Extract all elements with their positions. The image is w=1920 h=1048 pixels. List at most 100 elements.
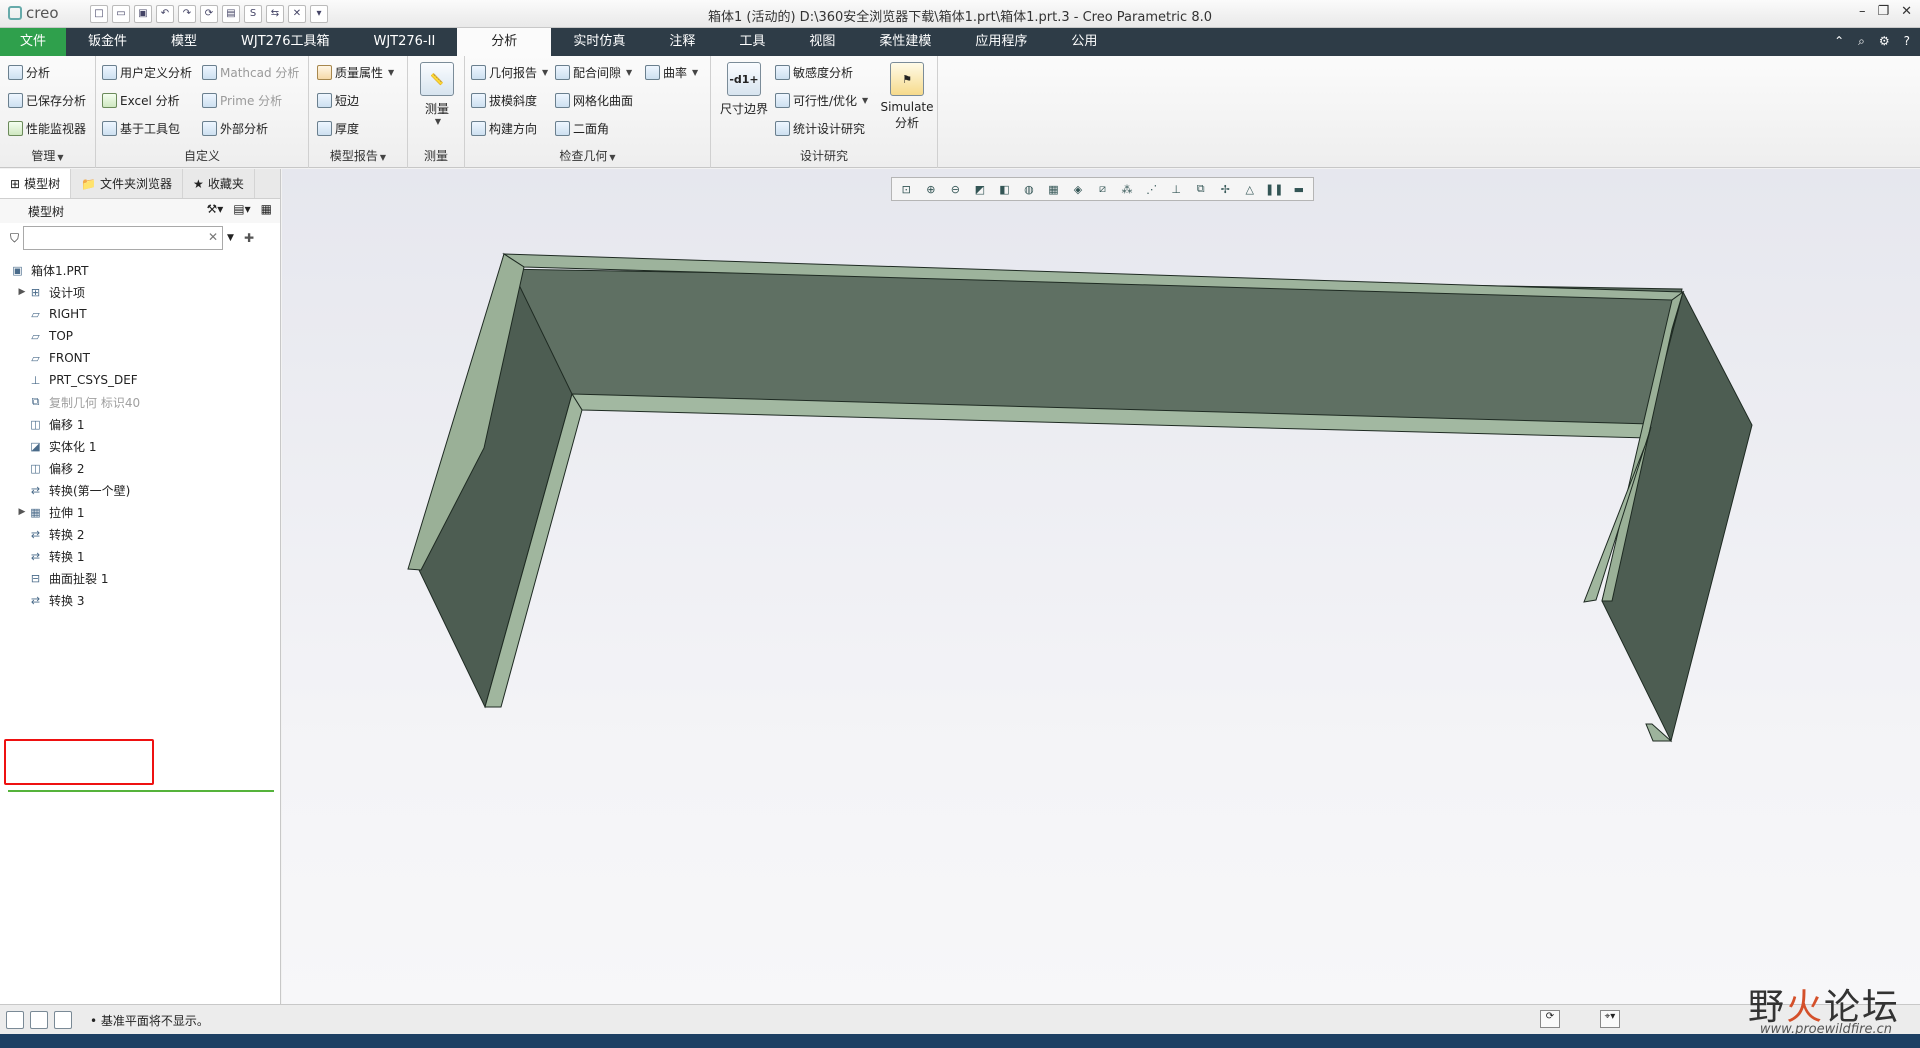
tree-node[interactable]: ⧉ 复制几何 标识40 bbox=[0, 391, 280, 413]
graphics-window[interactable]: ⊡ ⊕ ⊖ ◩ ◧ ◍ ▦ ◈ ⧄ ⁂ ⋰ ⊥ ⧉ ✢ △ ❚❚ ▬ bbox=[282, 169, 1920, 1004]
clear-search-icon[interactable]: ✕ bbox=[208, 230, 218, 244]
tree-columns-icon[interactable]: ▤▾ bbox=[233, 202, 250, 216]
tree-node[interactable]: ▱ RIGHT bbox=[0, 303, 280, 325]
tree-node[interactable]: ⊟ 曲面扯裂 1 bbox=[0, 567, 280, 589]
tab-utilities[interactable]: 公用 bbox=[1049, 28, 1119, 56]
user-defined-analysis-button[interactable]: 用户定义分析 bbox=[102, 64, 192, 81]
tab-wjt276-ii[interactable]: WJT276-II bbox=[351, 28, 457, 56]
curvature-button[interactable]: 曲率 ▼ bbox=[645, 64, 698, 81]
build-direction-button[interactable]: 构建方向 bbox=[471, 120, 537, 137]
mathcad-icon bbox=[202, 65, 217, 80]
search-icon[interactable]: ⌕ bbox=[1858, 34, 1865, 49]
draft-button[interactable]: 拔模斜度 bbox=[471, 92, 537, 109]
tab-annotate[interactable]: 注释 bbox=[647, 28, 717, 56]
tree-node[interactable]: ⇄ 转换(第一个壁) bbox=[0, 479, 280, 501]
tree-settings-icon[interactable]: ⚒▾ bbox=[207, 202, 224, 216]
filter-icon[interactable]: ⛉ bbox=[10, 231, 19, 246]
box-part-model[interactable] bbox=[282, 169, 1920, 1004]
help-icon[interactable]: ? bbox=[1904, 34, 1910, 49]
insert-here-indicator[interactable] bbox=[8, 790, 274, 792]
title-bar: creo □ ▭ ▣ ↶ ↷ ⟳ ▤ S ⇆ ✕ ▾ 箱体1 (活动的) D:\… bbox=[0, 0, 1920, 28]
copy-geometry-icon: ⧉ bbox=[31, 395, 40, 408]
tab-live-simulation[interactable]: 实时仿真 bbox=[551, 28, 647, 56]
feasibility-optimization-button[interactable]: 可行性/优化 ▼ bbox=[775, 92, 868, 109]
mesh-surface-button[interactable]: 网格化曲面 bbox=[555, 92, 633, 109]
tree-node[interactable]: ⊥ PRT_CSYS_DEF bbox=[0, 369, 280, 391]
tab-sheetmetal[interactable]: 钣金件 bbox=[66, 28, 149, 56]
tree-node[interactable]: ◫ 偏移 1 bbox=[0, 413, 280, 435]
thickness-button[interactable]: 厚度 bbox=[317, 120, 359, 137]
tree-search-input[interactable]: ✕ bbox=[23, 226, 224, 250]
tree-node[interactable]: ⇄ 转换 2 bbox=[0, 523, 280, 545]
tree-node[interactable]: ▱ FRONT bbox=[0, 347, 280, 369]
group-label-measure: 测量 bbox=[423, 149, 448, 163]
tree-node[interactable]: ▶ ⊞ 设计项 bbox=[0, 281, 280, 303]
simulate-analysis-button[interactable]: ⚑ Simulate 分析 bbox=[879, 62, 935, 131]
settings-icon[interactable]: ⚙ bbox=[1879, 34, 1890, 49]
browser-icon[interactable] bbox=[30, 1011, 48, 1029]
favorites-icon: ★ bbox=[193, 176, 204, 191]
tree-node[interactable]: ▶ ▦ 拉伸 1 bbox=[0, 501, 280, 523]
regenerate-status-icon[interactable]: ⟳ bbox=[1540, 1010, 1560, 1028]
short-edge-button[interactable]: 短边 bbox=[317, 92, 359, 109]
minimize-button[interactable]: – bbox=[1859, 4, 1866, 19]
statistical-design-study-button[interactable]: 统计设计研究 bbox=[775, 120, 865, 137]
short-edge-icon bbox=[317, 93, 332, 108]
tab-file[interactable]: 文件 bbox=[0, 28, 66, 56]
tree-filter-options-icon[interactable]: ▦ bbox=[261, 202, 272, 216]
tree-node[interactable]: ◪ 实体化 1 bbox=[0, 435, 280, 457]
expand-arrow-icon[interactable]: ▶ bbox=[16, 287, 28, 297]
full-screen-icon[interactable] bbox=[54, 1011, 72, 1029]
tab-wjt276-toolbox[interactable]: WJT276工具箱 bbox=[219, 28, 351, 56]
group-label-manage[interactable]: 管理 ▼ bbox=[0, 147, 95, 164]
close-button[interactable]: ✕ bbox=[1901, 4, 1912, 19]
tree-node[interactable]: ⇄ 转换 3 bbox=[0, 589, 280, 611]
convert-icon: ⇄ bbox=[30, 527, 41, 541]
tab-tools[interactable]: 工具 bbox=[717, 28, 787, 56]
tree-node[interactable]: ▱ TOP bbox=[0, 325, 280, 347]
tree-node-label: 转换(第一个壁) bbox=[49, 483, 131, 498]
analysis-button[interactable]: 分析 bbox=[8, 64, 50, 81]
clearance-button[interactable]: 配合间隙 ▼ bbox=[555, 64, 632, 81]
add-filter-icon[interactable]: ✚ bbox=[244, 231, 254, 245]
dimension-boundary-button[interactable]: -d1+ 尺寸边界 bbox=[717, 62, 771, 117]
measure-button[interactable]: 📏 测量 ▼ bbox=[416, 62, 458, 126]
performance-monitor-button[interactable]: 性能监视器 bbox=[8, 120, 86, 137]
prime-analysis-button[interactable]: Prime 分析 bbox=[202, 92, 282, 109]
saved-analysis-button[interactable]: 已保存分析 bbox=[8, 92, 86, 109]
group-label-inspect-geometry[interactable]: 检查几何 ▼ bbox=[465, 147, 710, 164]
restore-button[interactable]: ❐ bbox=[1877, 4, 1889, 19]
tab-model[interactable]: 模型 bbox=[149, 28, 219, 56]
model-tree-header: 模型树 ⚒▾ ▤▾ ▦ bbox=[0, 199, 280, 223]
tree-node[interactable]: ⇄ 转换 1 bbox=[0, 545, 280, 567]
toggle-navigator-icon[interactable] bbox=[6, 1011, 24, 1029]
tab-model-tree[interactable]: ⊞ 模型树 bbox=[0, 169, 72, 198]
tree-node-label: 设计项 bbox=[49, 285, 86, 300]
dihedral-angle-button[interactable]: 二面角 bbox=[555, 120, 609, 137]
tab-flexible-modeling[interactable]: 柔性建模 bbox=[857, 28, 953, 56]
surface-rip-icon: ⊟ bbox=[30, 571, 41, 585]
find-icon[interactable]: ⌖▾ bbox=[1600, 1010, 1620, 1028]
design-items-icon: ⊞ bbox=[30, 285, 41, 299]
offset-icon: ◫ bbox=[30, 417, 41, 431]
tree-node[interactable]: ◫ 偏移 2 bbox=[0, 457, 280, 479]
group-label-model-report[interactable]: 模型报告 ▼ bbox=[309, 147, 407, 164]
status-bar: • 基准平面将不显示。 ⟳ ⌖▾ bbox=[0, 1004, 1920, 1034]
excel-analysis-button[interactable]: Excel 分析 bbox=[102, 92, 180, 109]
collapse-ribbon-icon[interactable]: ⌃ bbox=[1834, 34, 1844, 49]
mass-properties-button[interactable]: 质量属性 ▼ bbox=[317, 64, 394, 81]
sensitivity-analysis-button[interactable]: 敏感度分析 bbox=[775, 64, 853, 81]
tab-favorites[interactable]: ★ 收藏夹 bbox=[183, 169, 255, 198]
geometry-report-button[interactable]: 几何报告 ▼ bbox=[471, 64, 548, 81]
tree-node[interactable]: ▣ 箱体1.PRT bbox=[0, 259, 280, 281]
group-manage: 分析 已保存分析 性能监视器 管理 ▼ bbox=[0, 56, 96, 168]
expand-arrow-icon[interactable]: ▶ bbox=[16, 507, 28, 517]
tab-applications[interactable]: 应用程序 bbox=[953, 28, 1049, 56]
toolkit-based-button[interactable]: 基于工具包 bbox=[102, 120, 180, 137]
tab-view[interactable]: 视图 bbox=[787, 28, 857, 56]
tab-analysis[interactable]: 分析 bbox=[457, 28, 552, 56]
mathcad-analysis-button[interactable]: Mathcad 分析 bbox=[202, 64, 299, 81]
filter-dropdown-icon[interactable]: ▼ bbox=[227, 233, 234, 243]
tab-folder-browser[interactable]: 📁 文件夹浏览器 bbox=[71, 169, 184, 198]
external-analysis-button[interactable]: 外部分析 bbox=[202, 120, 268, 137]
